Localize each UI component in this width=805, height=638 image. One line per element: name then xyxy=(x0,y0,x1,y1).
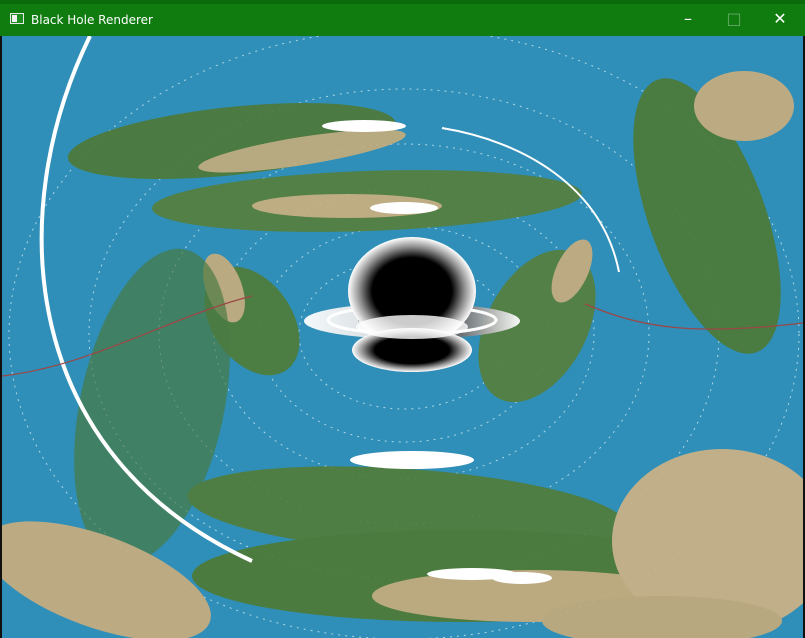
minimize-button[interactable]: – xyxy=(665,4,711,36)
renderer-window: Black Hole Renderer – □ ✕ xyxy=(0,0,805,638)
title-bar[interactable]: Black Hole Renderer – □ ✕ xyxy=(0,0,805,36)
lensed-scene xyxy=(2,36,803,638)
minimize-icon: – xyxy=(684,9,692,28)
window-app-icon xyxy=(10,13,24,24)
close-icon: ✕ xyxy=(773,9,787,28)
window-title: Black Hole Renderer xyxy=(31,13,153,27)
close-button[interactable]: ✕ xyxy=(757,4,803,36)
maximize-button[interactable]: □ xyxy=(711,4,757,36)
render-viewport[interactable] xyxy=(2,36,803,638)
maximize-icon: □ xyxy=(726,9,742,28)
